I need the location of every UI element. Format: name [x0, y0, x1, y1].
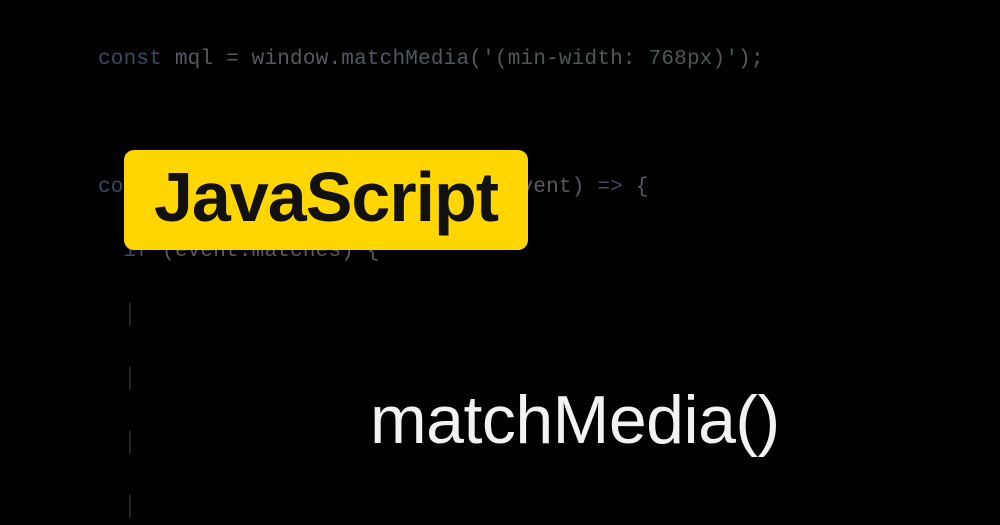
thumbnail-stage: const mql = window.matchMedia('(min-widt…	[0, 0, 1000, 525]
code-line-blank	[98, 108, 980, 140]
javascript-badge: JavaScript	[124, 150, 528, 250]
subtitle-text: matchMedia()	[370, 386, 780, 454]
code-line: const mql = window.matchMedia('(min-widt…	[98, 44, 980, 76]
code-line: │	[98, 300, 980, 332]
badge-label: JavaScript	[154, 158, 498, 236]
code-line: │	[98, 492, 980, 524]
